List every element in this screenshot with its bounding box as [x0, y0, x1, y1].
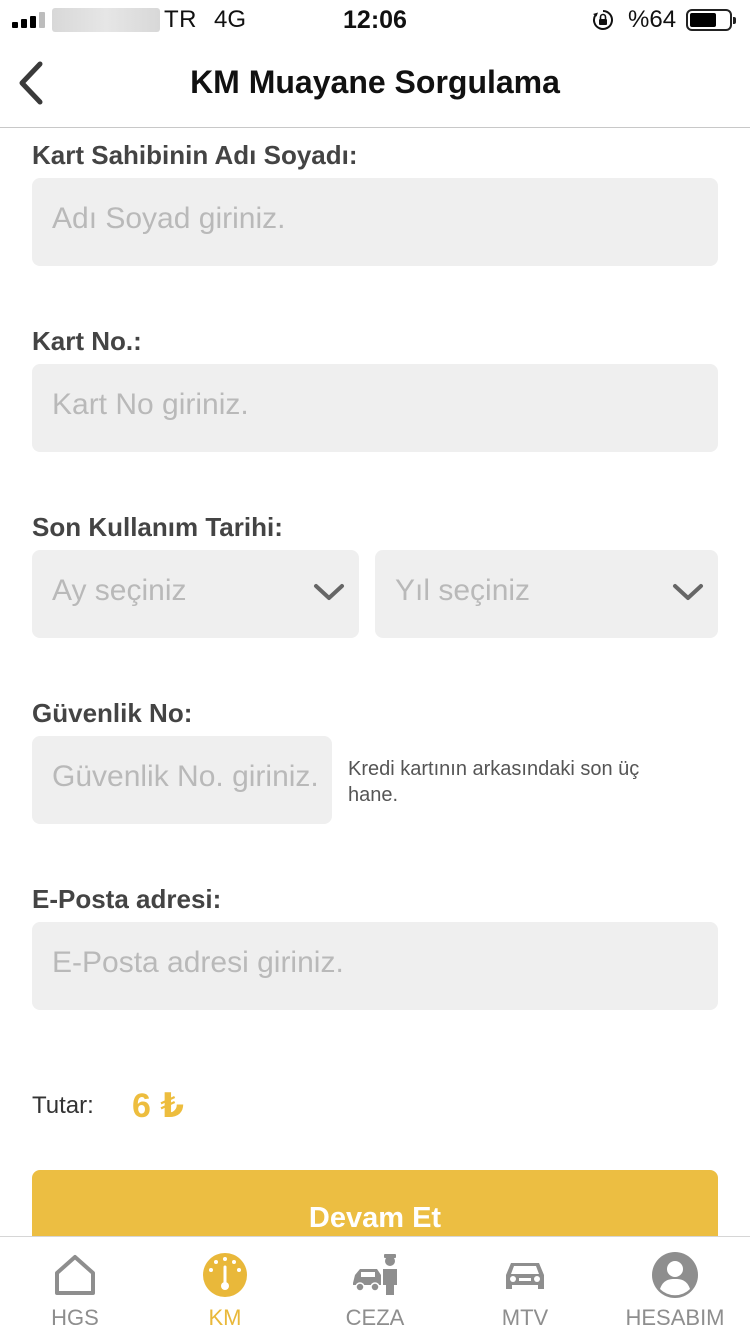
expiry-year-select[interactable]: Yıl seçiniz — [375, 550, 718, 638]
user-icon — [652, 1252, 698, 1298]
total-amount: 6 ₺ — [132, 1087, 185, 1125]
tab-mtv-label: MTV — [501, 1305, 549, 1330]
gauge-icon — [203, 1253, 247, 1297]
battery-icon — [686, 9, 736, 31]
email-label: E-Posta adresi: — [32, 884, 222, 914]
expiry-year-placeholder: Yıl seçiniz — [395, 574, 531, 607]
security-code-input[interactable]: Güvenlik No. giriniz. — [32, 736, 332, 824]
tab-hesabim-label: HESABIM — [625, 1305, 725, 1330]
card-number-label: Kart No.: — [32, 326, 142, 356]
security-code-hint: Kredi kartının arkasındaki son üç hane. — [348, 758, 640, 806]
car-icon — [506, 1263, 544, 1289]
continue-button-label: Devam Et — [308, 1202, 442, 1234]
navigation-bar: KM Muayane Sorgulama — [0, 40, 750, 128]
security-code-label: Güvenlik No: — [32, 698, 193, 728]
expiry-date-label: Son Kullanım Tarihi: — [32, 512, 283, 542]
total-label: Tutar: — [32, 1092, 94, 1119]
police-car-icon — [353, 1254, 397, 1295]
tab-km-label: KM — [208, 1305, 242, 1330]
tab-ceza[interactable]: CEZA — [300, 1237, 450, 1334]
battery-percentage: %64 — [628, 6, 677, 33]
tab-hgs[interactable]: HGS — [0, 1237, 150, 1334]
card-number-placeholder: Kart No giriniz. — [52, 388, 249, 421]
chevron-down-icon — [314, 584, 344, 600]
rotation-lock-icon — [593, 10, 613, 30]
page-title: KM Muayane Sorgulama — [190, 64, 560, 100]
tab-km[interactable]: KM — [150, 1237, 300, 1334]
tab-bar: HGS KM CEZA MTV HESABIM — [0, 1236, 750, 1334]
chevron-down-icon — [673, 584, 703, 600]
cardholder-name-input[interactable]: Adı Soyad giriniz. — [32, 178, 718, 266]
tab-mtv[interactable]: MTV — [450, 1237, 600, 1334]
tab-hesabim[interactable]: HESABIM — [600, 1237, 750, 1334]
cardholder-name-label: Kart Sahibinin Adı Soyadı: — [32, 140, 358, 170]
tab-hgs-label: HGS — [51, 1305, 99, 1330]
status-bar: TR 4G 12:06 %64 — [0, 0, 750, 40]
security-code-placeholder: Güvenlik No. giriniz. — [52, 760, 319, 793]
expiry-month-placeholder: Ay seçiniz — [52, 574, 187, 607]
expiry-month-select[interactable]: Ay seçiniz — [32, 550, 359, 638]
card-number-input[interactable]: Kart No giriniz. — [32, 364, 718, 452]
email-input[interactable]: E-Posta adresi giriniz. — [32, 922, 718, 1010]
email-placeholder: E-Posta adresi giriniz. — [52, 946, 344, 979]
home-icon — [55, 1255, 95, 1295]
tab-ceza-label: CEZA — [345, 1305, 405, 1330]
cardholder-name-placeholder: Adı Soyad giriniz. — [52, 202, 286, 235]
